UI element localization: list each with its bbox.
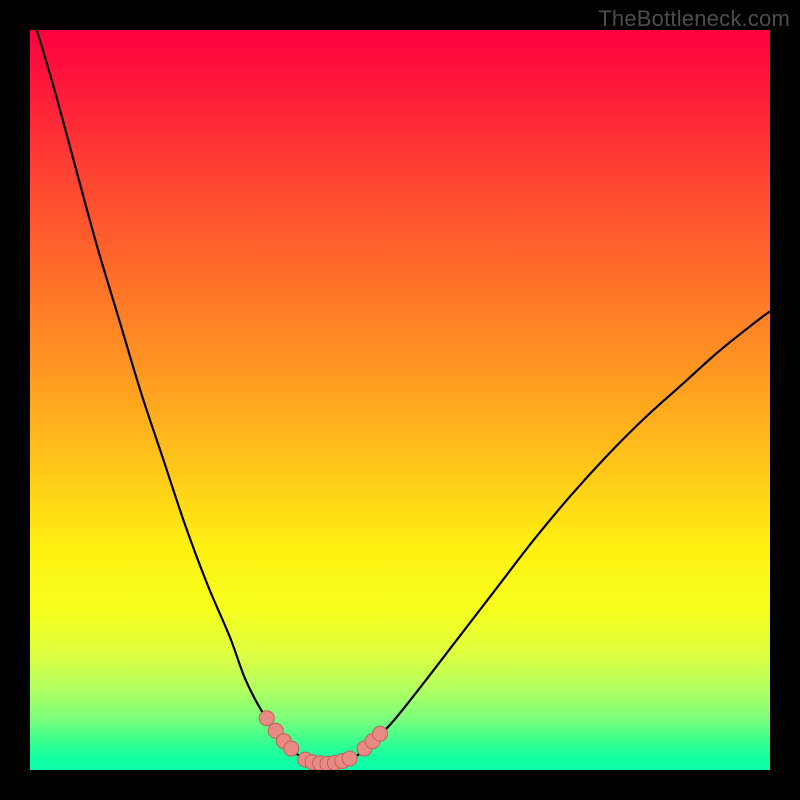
marker-left-outer-top (259, 711, 274, 726)
marker-right-outer (373, 726, 388, 741)
chart-frame: TheBottleneck.com (0, 0, 800, 800)
plot-area (30, 30, 770, 770)
curve-left-branch (30, 30, 308, 761)
chart-svg (30, 30, 770, 770)
marker-left-inner-low (284, 741, 299, 756)
watermark-text: TheBottleneck.com (598, 6, 790, 32)
markers-group (259, 711, 387, 770)
marker-floor-right-b (342, 751, 357, 766)
series-group (30, 30, 770, 764)
curve-right-branch (345, 311, 771, 761)
